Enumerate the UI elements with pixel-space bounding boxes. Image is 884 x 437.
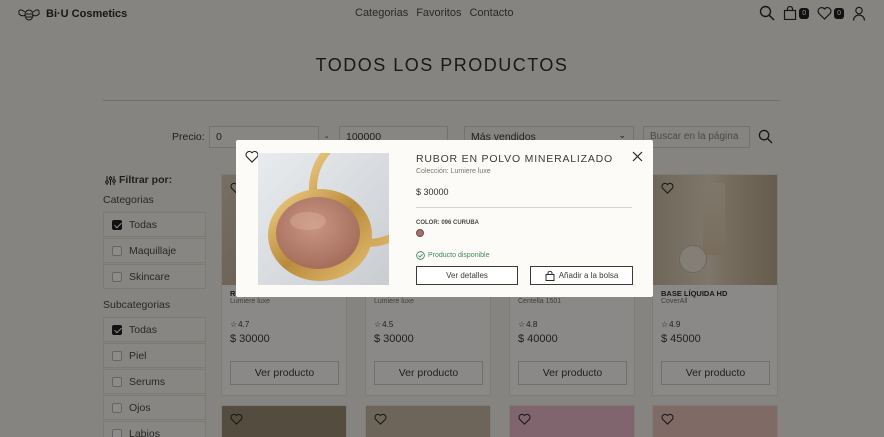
heart-icon[interactable]: [245, 150, 259, 168]
bag-plus-icon: [545, 270, 555, 281]
close-icon[interactable]: [632, 149, 643, 167]
quick-view-modal: RUBOR EN POLVO MINERALIZADO Colección: L…: [236, 140, 653, 297]
add-to-bag-label: Añadir a la bolsa: [558, 271, 619, 280]
modal-price: $ 30000: [416, 187, 449, 197]
add-to-bag-button[interactable]: Añadir a la bolsa: [530, 266, 633, 285]
color-label: COLOR: 096 CURUBA: [416, 220, 480, 226]
stock-status: Producto disponible: [416, 251, 490, 260]
modal-product-title: RUBOR EN POLVO MINERALIZADO: [416, 153, 614, 165]
view-details-label: Ver detalles: [446, 271, 488, 280]
modal-collection: Colección: Lumiere luxe: [416, 168, 491, 175]
product-photo: [258, 153, 389, 285]
check-circle-icon: [416, 251, 425, 260]
view-details-button[interactable]: Ver detalles: [416, 266, 518, 285]
stock-label: Producto disponible: [428, 252, 490, 259]
color-swatch[interactable]: [416, 229, 424, 237]
modal-divider: [416, 207, 632, 208]
